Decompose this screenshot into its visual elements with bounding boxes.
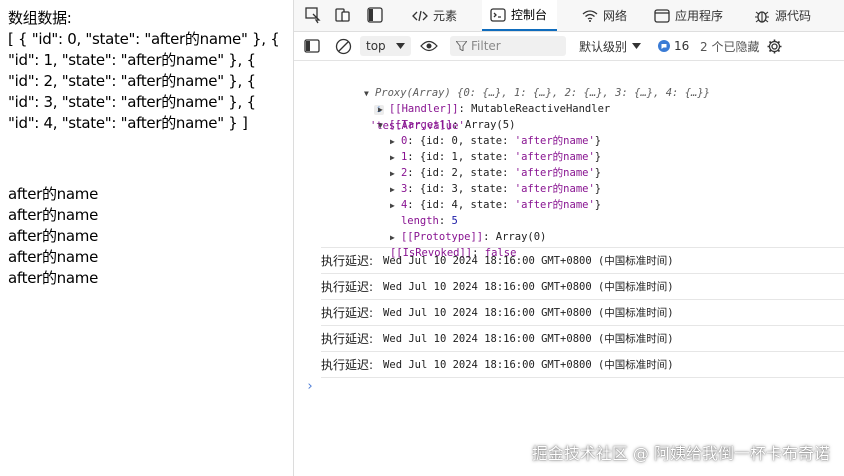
array-heading: 数组数据:	[8, 9, 72, 27]
console-prompt[interactable]: ›	[306, 379, 314, 394]
tab-label: 元素	[433, 9, 458, 23]
settings-gear-icon[interactable]	[766, 32, 783, 60]
context-selector[interactable]: top	[360, 36, 411, 56]
array-line: "id": 3, "state": "after的name" }, {	[8, 93, 256, 111]
console-icon	[490, 7, 506, 22]
target-row[interactable]: ▼ [[Target]]: Array(5)	[340, 101, 515, 131]
tab-label: 应用程序	[675, 9, 724, 23]
log-label: 执行延迟:	[321, 306, 374, 320]
log-label: 执行延迟:	[321, 332, 374, 346]
log-message: 执行延迟: Wed Jul 10 2024 18:16:00 GMT+0800 (…	[321, 299, 844, 325]
list-item: after的name	[8, 248, 99, 266]
array-entry[interactable]: ▶ 2: {id: 2, state: 'after的name'}	[352, 149, 601, 179]
caret-down-icon	[395, 43, 405, 49]
log-label: 执行延迟:	[321, 254, 374, 268]
handler-row[interactable]: ▶ [[Handler]]: MutableReactiveHandler	[340, 85, 610, 115]
devtools-panel: 元素 控制台 网络 应用程序 源代码 top Filter 默认级别 16 2 …	[294, 0, 844, 476]
log-value: Wed Jul 10 2024 18:16:00 GMT+0800 (中国标准时…	[383, 307, 674, 319]
list-item: after的name	[8, 227, 99, 245]
code-icon	[412, 10, 428, 21]
proxy-object-row[interactable]: ▼ Proxy(Array) {0: {…}, 1: {…}, 2: {…}, 3…	[326, 69, 710, 132]
console-toolbar: top 默认级别 16 2 个已隐藏	[294, 32, 844, 61]
watermark: 掘金技术社区 @ 阿姨给我倒一杯卡布奇诺	[531, 444, 830, 463]
array-entry[interactable]: ▶ 3: {id: 3, state: 'after的name'}	[352, 165, 601, 195]
array-line: [ { "id": 0, "state": "after的name" }, {	[8, 30, 280, 48]
tab-elements[interactable]: 元素	[412, 0, 457, 31]
log-value: Wed Jul 10 2024 18:16:00 GMT+0800 (中国标准时…	[383, 255, 674, 267]
array-entry[interactable]: ▶ 1: {id: 1, state: 'after的name'}	[352, 133, 601, 163]
sidebar-toggle-icon[interactable]	[304, 32, 320, 60]
live-expression-eye-icon[interactable]	[420, 32, 438, 60]
log-value: Wed Jul 10 2024 18:16:00 GMT+0800 (中国标准时…	[383, 333, 674, 345]
tab-label: 控制台	[511, 8, 548, 22]
log-value: Wed Jul 10 2024 18:16:00 GMT+0800 (中国标准时…	[383, 359, 674, 371]
length-row: length: 5	[400, 215, 458, 227]
devtools-tabbar: 元素 控制台 网络 应用程序 源代码	[294, 0, 844, 32]
dock-side-icon[interactable]	[366, 6, 384, 24]
log-message: 执行延迟: Wed Jul 10 2024 18:16:00 GMT+0800 (…	[321, 351, 844, 378]
tab-application[interactable]: 应用程序	[654, 0, 723, 31]
list-item: after的name	[8, 185, 99, 203]
tab-network[interactable]: 网络	[582, 0, 627, 31]
array-entry[interactable]: ▶ 4: {id: 4, state: 'after的name'}	[352, 181, 601, 211]
revoked-row: [[IsRevoked]]: false	[389, 247, 517, 259]
list-item: after的name	[8, 206, 99, 224]
console-output: ▼ Proxy(Array) {0: {…}, 1: {…}, 2: {…}, 3…	[294, 61, 844, 476]
log-level-label: 默认级别	[579, 39, 628, 54]
filter-icon	[456, 41, 467, 51]
log-level-selector[interactable]: 默认级别	[579, 32, 642, 60]
tab-sources[interactable]: 源代码	[754, 0, 811, 31]
array-entry[interactable]: ▶ 0: {id: 0, state: 'after的name'}	[352, 117, 601, 147]
array-line: "id": 2, "state": "after的name" }, {	[8, 72, 256, 90]
log-message: 执行延迟: Wed Jul 10 2024 18:16:00 GMT+0800 (…	[321, 325, 844, 351]
log-value: Wed Jul 10 2024 18:16:00 GMT+0800 (中国标准时…	[383, 281, 674, 293]
tab-console[interactable]: 控制台	[482, 0, 558, 31]
app-icon	[654, 8, 670, 23]
hidden-count: 2 个已隐藏	[700, 39, 760, 54]
prototype-row[interactable]: ▶ [[Prototype]]: Array(0)	[352, 213, 546, 243]
caret-down-icon	[632, 43, 642, 49]
array-line: "id": 4, "state": "after的name" } ]	[8, 114, 248, 132]
tab-label: 网络	[603, 9, 628, 23]
device-emulation-icon[interactable]	[334, 6, 352, 24]
array-line: "id": 1, "state": "after的name" }, {	[8, 51, 256, 69]
issues-counter[interactable]: 16	[658, 32, 689, 60]
clear-console-icon[interactable]	[335, 32, 352, 60]
entry-state: 'after的name'	[514, 199, 595, 211]
wifi-icon	[582, 9, 598, 22]
tab-label: 源代码	[775, 9, 812, 23]
issues-count: 16	[674, 39, 690, 53]
bug-icon	[755, 10, 769, 23]
log-message: 执行延迟: Wed Jul 10 2024 18:16:00 GMT+0800 (…	[321, 247, 844, 273]
issues-icon	[658, 40, 670, 52]
context-label: top	[366, 39, 386, 53]
page-preview: 数组数据: [ { "id": 0, "state": "after的name"…	[0, 0, 292, 476]
inspect-element-icon[interactable]	[304, 6, 322, 24]
filter-field[interactable]	[450, 36, 566, 56]
filter-input[interactable]	[467, 38, 563, 54]
log-message: 执行延迟: Wed Jul 10 2024 18:16:00 GMT+0800 (…	[321, 273, 844, 299]
log-label: 执行延迟:	[321, 280, 374, 294]
list-item: after的name	[8, 269, 99, 287]
log-label: 执行延迟:	[321, 358, 374, 372]
